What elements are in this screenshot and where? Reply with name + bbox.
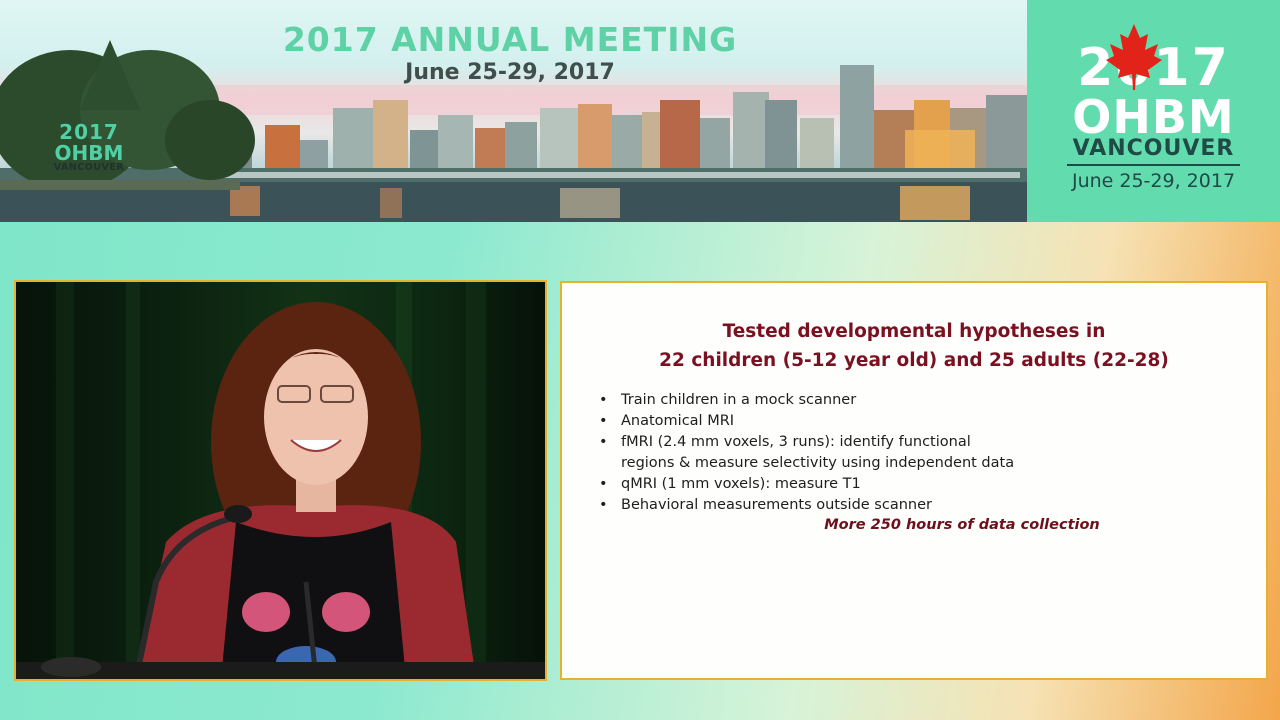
bullet-item-continuation: regions & measure selectivity using inde… (621, 455, 1015, 471)
banner-date: June 25-29, 2017 (405, 60, 615, 85)
bullet-item: Behavioral measurements outside scanner (599, 495, 1014, 516)
small-logo-name: OHBM (54, 141, 124, 165)
maple-leaf-icon (1106, 24, 1162, 90)
bullet-item: qMRI (1 mm voxels): measure T1 (599, 474, 1014, 495)
slide-title-line-2: 22 children (5-12 year old) and 25 adult… (659, 350, 1169, 371)
bullet-item: Train children in a mock scanner (599, 390, 1014, 411)
slide-title: Tested developmental hypotheses in 22 ch… (562, 317, 1266, 375)
bullet-item: fMRI (2.4 mm voxels, 3 runs): identify f… (599, 432, 1014, 453)
logo-divider (1067, 164, 1240, 166)
banner-title: 2017 ANNUAL MEETING (282, 20, 738, 59)
speaker-illustration (16, 282, 545, 679)
bullet-item: Anatomical MRI (599, 411, 1014, 432)
slide-bullet-list: Train children in a mock scanner Anatomi… (599, 390, 1014, 516)
speaker-video (14, 280, 547, 681)
banner-small-logo: 2017 OHBM VANCOUVER (34, 120, 144, 173)
slide-note: More 250 hours of data collection (562, 517, 1266, 533)
ohbm-logo-panel: 2017 OHBM VANCOUVER June 25-29, 2017 (1027, 0, 1280, 222)
slide-note-text: More 250 hours of data collection (824, 517, 1100, 533)
logo-date: June 25-29, 2017 (1071, 170, 1236, 192)
vancouver-skyline-photo: 2017 ANNUAL MEETING June 25-29, 2017 201… (0, 0, 1027, 222)
logo-city: VANCOUVER (1072, 136, 1235, 161)
conference-banner: 2017 ANNUAL MEETING June 25-29, 2017 201… (0, 0, 1280, 222)
presentation-slide: Tested developmental hypotheses in 22 ch… (560, 281, 1268, 680)
slide-title-line-1: Tested developmental hypotheses in (722, 321, 1106, 342)
small-logo-city: VANCOUVER (53, 162, 125, 173)
